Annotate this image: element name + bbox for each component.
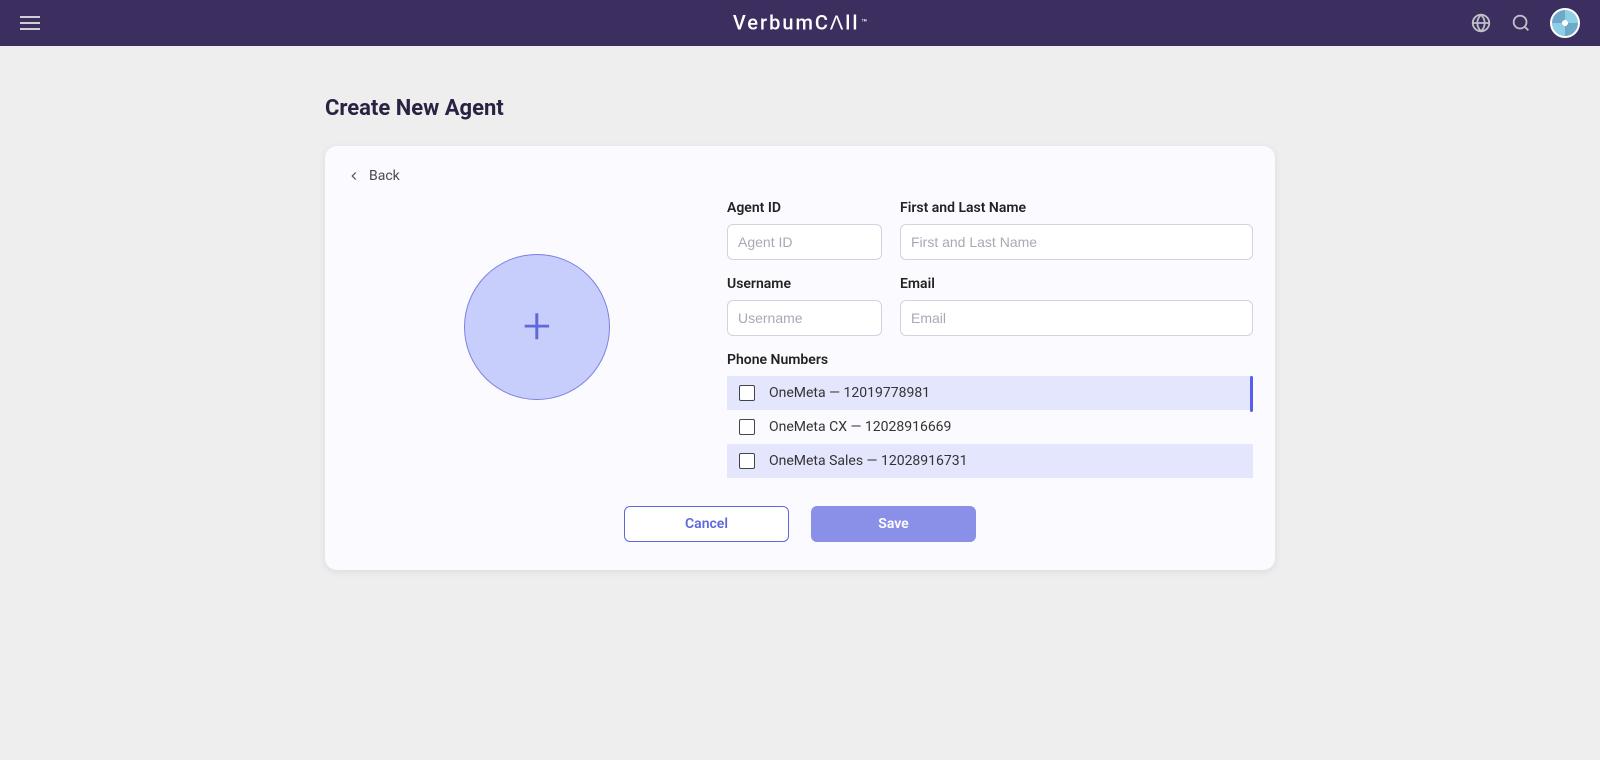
phone-row[interactable]: OneMeta — 12019778981: [727, 376, 1253, 410]
back-label: Back: [369, 168, 400, 184]
phone-section-label: Phone Numbers: [727, 352, 1253, 368]
username-input[interactable]: [727, 300, 882, 336]
phone-label: OneMeta — 12019778981: [769, 385, 930, 401]
phone-row[interactable]: OneMeta Sales — 12028916731: [727, 444, 1253, 478]
language-button[interactable]: [1470, 12, 1492, 34]
name-input[interactable]: [900, 224, 1253, 260]
plus-icon: +: [523, 302, 551, 352]
search-button[interactable]: [1510, 12, 1532, 34]
chevron-left-icon: [347, 169, 361, 183]
form-panel: Back + Agent ID First and Last Name: [325, 146, 1275, 570]
search-icon: [1510, 12, 1532, 34]
name-label: First and Last Name: [900, 200, 1253, 216]
globe-icon: [1470, 12, 1492, 34]
username-label: Username: [727, 276, 882, 292]
app-bar: VerbumCɅll™: [0, 0, 1600, 46]
phone-label: OneMeta Sales — 12028916731: [769, 453, 968, 469]
user-avatar[interactable]: [1550, 8, 1580, 38]
brand-tm: ™: [862, 18, 868, 28]
scrollbar-thumb[interactable]: [1250, 376, 1253, 412]
email-input[interactable]: [900, 300, 1253, 336]
save-label: Save: [878, 516, 908, 532]
save-button[interactable]: Save: [811, 506, 976, 542]
brand-name: VerbumCɅll: [733, 11, 860, 36]
phone-checkbox[interactable]: [739, 453, 755, 469]
page-title: Create New Agent: [325, 96, 1275, 121]
agent-id-label: Agent ID: [727, 200, 882, 216]
avatar-upload[interactable]: +: [464, 254, 610, 400]
menu-button[interactable]: [20, 16, 40, 30]
agent-id-input[interactable]: [727, 224, 882, 260]
back-button[interactable]: Back: [347, 168, 1253, 184]
phone-list: OneMeta — 12019778981 OneMeta CX — 12028…: [727, 376, 1253, 478]
phone-row[interactable]: OneMeta CX — 12028916669: [727, 410, 1253, 444]
phone-checkbox[interactable]: [739, 385, 755, 401]
menu-icon: [20, 16, 40, 30]
email-label: Email: [900, 276, 1253, 292]
cancel-button[interactable]: Cancel: [624, 506, 789, 542]
phone-checkbox[interactable]: [739, 419, 755, 435]
phone-label: OneMeta CX — 12028916669: [769, 419, 951, 435]
cancel-label: Cancel: [685, 516, 728, 532]
brand-logo: VerbumCɅll™: [733, 11, 867, 36]
